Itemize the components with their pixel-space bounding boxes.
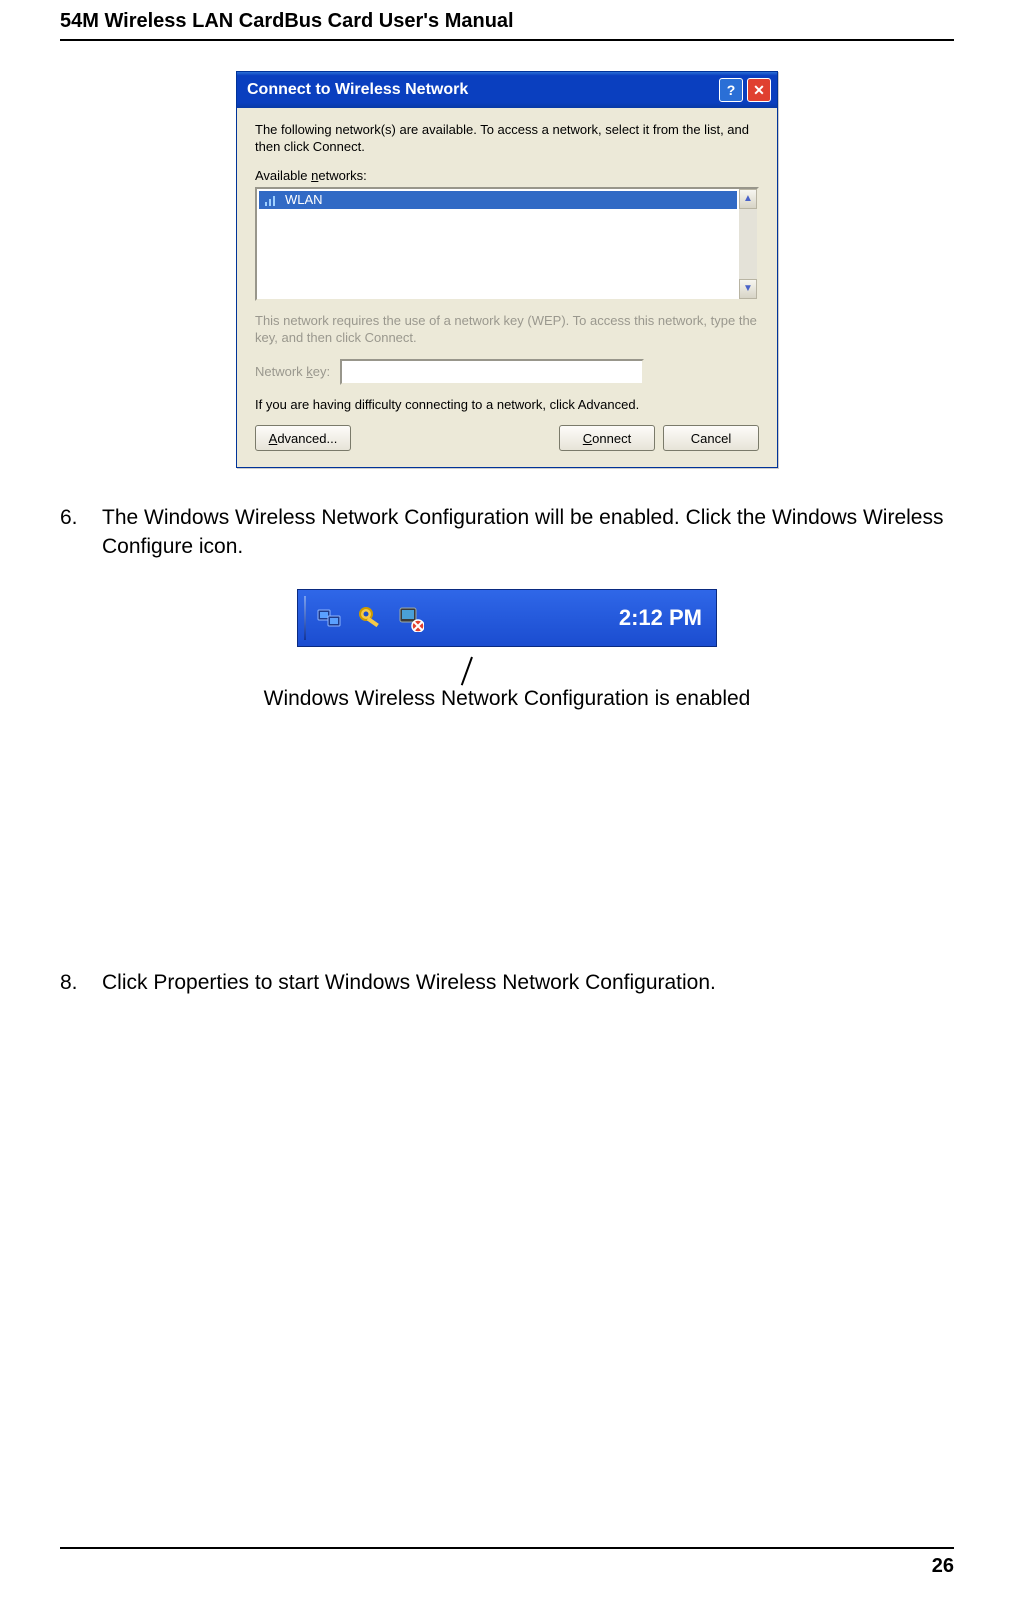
network-key-label: Network key: xyxy=(255,364,330,379)
page-number: 26 xyxy=(60,1555,954,1578)
connect-button[interactable]: Connect xyxy=(559,425,655,451)
tray-clock: 2:12 PM xyxy=(619,605,716,631)
difficulty-note: If you are having difficulty connecting … xyxy=(255,397,759,414)
help-icon: ? xyxy=(727,82,736,98)
network-key-input[interactable] xyxy=(340,359,644,385)
help-button[interactable]: ? xyxy=(719,78,743,102)
keys-icon[interactable] xyxy=(356,604,384,632)
wireless-configure-icon[interactable] xyxy=(396,604,424,632)
available-networks-listbox[interactable]: WLAN ▲ ▼ xyxy=(255,187,759,301)
tray-caption: Windows Wireless Network Configuration i… xyxy=(60,687,954,711)
step-6-text: The Windows Wireless Network Configurati… xyxy=(102,504,954,561)
step-8-number: 8. xyxy=(60,971,102,995)
wireless-signal-icon xyxy=(263,192,279,208)
system-tray: 2:12 PM xyxy=(297,589,717,647)
dialog-title: Connect to Wireless Network xyxy=(243,81,715,99)
wep-note: This network requires the use of a netwo… xyxy=(255,313,759,347)
cancel-button[interactable]: Cancel xyxy=(663,425,759,451)
listbox-scrollbar[interactable]: ▲ ▼ xyxy=(739,189,757,299)
available-networks-label: Available networks: xyxy=(255,168,759,183)
page-header: 54M Wireless LAN CardBus Card User's Man… xyxy=(60,0,954,39)
step-6: 6. The Windows Wireless Network Configur… xyxy=(60,504,954,561)
dialog-instruction: The following network(s) are available. … xyxy=(255,122,759,156)
close-button[interactable]: ✕ xyxy=(747,78,771,102)
step-8: 8. Click Properties to start Windows Wir… xyxy=(60,971,954,995)
header-rule xyxy=(60,39,954,41)
step-6-number: 6. xyxy=(60,504,102,561)
connect-wireless-dialog: Connect to Wireless Network ? ✕ The foll… xyxy=(236,71,778,468)
network-name: WLAN xyxy=(285,192,323,207)
advanced-button[interactable]: Advanced... xyxy=(255,425,351,451)
scroll-up-button[interactable]: ▲ xyxy=(739,189,757,209)
scroll-down-button[interactable]: ▼ xyxy=(739,279,757,299)
network-list-item[interactable]: WLAN xyxy=(259,191,737,209)
dialog-titlebar: Connect to Wireless Network ? ✕ xyxy=(237,72,777,108)
callout-line xyxy=(461,657,473,686)
close-icon: ✕ xyxy=(753,82,765,99)
footer-rule xyxy=(60,1547,954,1549)
tray-divider xyxy=(304,596,306,640)
network-monitors-icon[interactable] xyxy=(316,604,344,632)
step-8-text: Click Properties to start Windows Wirele… xyxy=(102,971,954,995)
